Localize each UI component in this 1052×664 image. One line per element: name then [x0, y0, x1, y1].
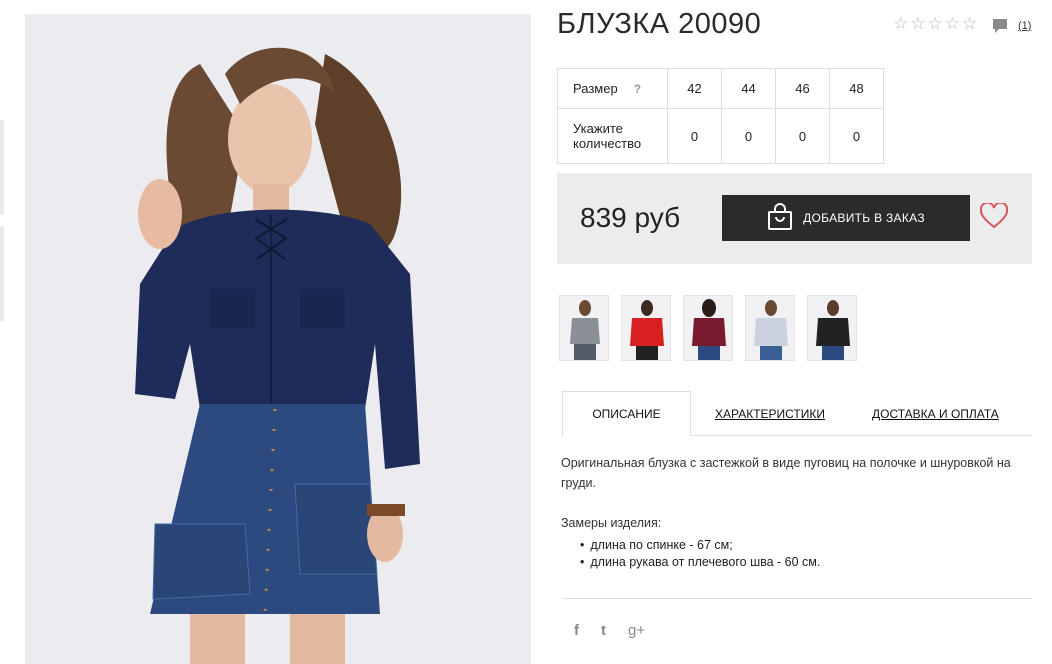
price-panel: 839 руб ДОБАВИТЬ В ЗАКАЗ: [557, 173, 1032, 264]
measurements-list: длина по спинке - 67 см; длина рукава от…: [580, 537, 820, 571]
heart-icon[interactable]: [979, 201, 1009, 234]
tab-characteristics[interactable]: ХАРАКТЕРИСТИКИ: [715, 391, 825, 436]
price: 839 руб: [580, 202, 681, 233]
divider: [562, 598, 1032, 599]
comment-icon[interactable]: [992, 18, 1008, 39]
thumbnail-swatch: [630, 318, 664, 346]
size-help-icon[interactable]: ?: [634, 82, 641, 96]
thumbnail-black[interactable]: [807, 295, 857, 361]
product-tabs: ОПИСАНИЕ ХАРАКТЕРИСТИКИ ДОСТАВКА И ОПЛАТ…: [562, 391, 1032, 436]
size-table: Размер? 42 44 46 48 Укажите количество 0…: [557, 68, 884, 164]
star-icon[interactable]: ☆: [893, 15, 908, 32]
thumbnail-list: [559, 295, 857, 361]
tab-description[interactable]: ОПИСАНИЕ: [562, 391, 691, 436]
list-item: длина рукава от плечевого шва - 60 см.: [580, 554, 820, 571]
star-icon[interactable]: ☆: [928, 15, 943, 32]
star-icon[interactable]: ☆: [910, 15, 925, 32]
product-description: Оригинальная блузка с застежкой в виде п…: [561, 456, 1011, 490]
size-44: 44: [721, 68, 776, 109]
add-to-order-button[interactable]: ДОБАВИТЬ В ЗАКАЗ: [722, 195, 970, 241]
product-main-photo[interactable]: [25, 14, 531, 664]
twitter-icon[interactable]: t: [601, 622, 606, 639]
star-icon[interactable]: ☆: [962, 15, 977, 32]
measurements-title: Замеры изделия:: [561, 516, 662, 530]
quantity-label: Укажите количество: [557, 108, 668, 164]
product-title: БЛУЗКА 20090: [557, 8, 762, 40]
prev-gallery-frame: [0, 226, 4, 321]
size-46: 46: [775, 68, 830, 109]
size-48: 48: [829, 68, 884, 109]
thumbnail-red[interactable]: [621, 295, 671, 361]
quantity-input-42[interactable]: 0: [667, 108, 722, 164]
thumbnail-swatch: [692, 318, 726, 346]
google-plus-icon[interactable]: g+: [628, 622, 645, 639]
thumbnail-swatch: [816, 318, 850, 346]
thumbnail-gray[interactable]: [559, 295, 609, 361]
shopping-bag-icon: [767, 202, 793, 234]
size-label: Размер: [573, 80, 618, 96]
thumbnail-burgundy[interactable]: [683, 295, 733, 361]
size-42: 42: [667, 68, 722, 109]
thumbnail-light-blue[interactable]: [745, 295, 795, 361]
social-share: f t g+: [574, 622, 645, 639]
add-to-order-label: ДОБАВИТЬ В ЗАКАЗ: [803, 211, 925, 225]
list-item: длина по спинке - 67 см;: [580, 537, 820, 554]
quantity-input-48[interactable]: 0: [829, 108, 884, 164]
size-label-cell: Размер?: [557, 68, 668, 109]
thumbnail-swatch: [754, 318, 788, 346]
facebook-icon[interactable]: f: [574, 622, 579, 639]
star-rating[interactable]: ☆ ☆ ☆ ☆ ☆: [893, 15, 977, 32]
quantity-input-46[interactable]: 0: [775, 108, 830, 164]
star-icon[interactable]: ☆: [945, 15, 960, 32]
thumbnail-swatch: [570, 318, 600, 344]
quantity-input-44[interactable]: 0: [721, 108, 776, 164]
tab-delivery-payment[interactable]: ДОСТАВКА И ОПЛАТА: [872, 391, 999, 436]
review-count-link[interactable]: (1): [1018, 20, 1031, 32]
prev-gallery-frame: [0, 120, 4, 215]
